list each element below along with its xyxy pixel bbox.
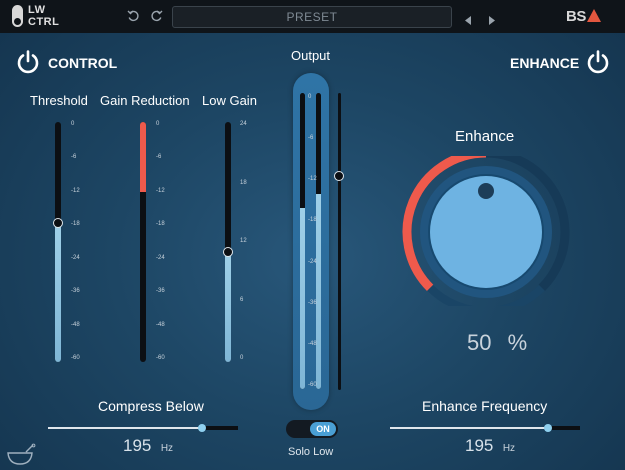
triangle-right-icon[interactable] (488, 12, 496, 30)
output-scale-tick: 0 (308, 94, 312, 100)
threshold-scale-tick: 0 (71, 121, 75, 127)
threshold-scale-tick: -24 (71, 254, 80, 261)
output-scale-tick: -24 (308, 258, 317, 265)
output-scale-tick: -6 (308, 135, 314, 142)
low-gain-scale-tick: 0 (240, 355, 244, 361)
product-logo: LW CTRL (12, 4, 64, 30)
output-scale-tick: -48 (308, 340, 317, 347)
triangle-left-icon[interactable] (465, 12, 473, 30)
enhance-knob-label: Enhance (455, 128, 515, 145)
output-gain-handle[interactable] (334, 171, 344, 182)
compress-below-slider[interactable] (48, 424, 238, 432)
low-gain-scale-tick: 6 (240, 296, 244, 303)
output-label: Output (291, 48, 331, 63)
enhance-knob-indicator (478, 183, 494, 199)
enhance-knob[interactable] (398, 156, 574, 306)
enhance-power-icon[interactable] (585, 49, 611, 75)
output-gain-slider[interactable] (334, 93, 344, 390)
low-gain-scale-tick: 24 (240, 121, 247, 127)
enhance-frequency-handle[interactable] (543, 424, 552, 432)
low-gain-scale-tick: 18 (240, 179, 247, 186)
low-gain-fill (225, 251, 231, 362)
output-scale-tick: -60 (308, 382, 317, 388)
low-gain-label: Low Gain (202, 93, 257, 108)
solo-low-label: Solo Low (288, 446, 334, 458)
low-gain-scale-tick: 12 (240, 238, 247, 244)
enhance-frequency-label: Enhance Frequency (422, 398, 548, 414)
compress-below-track-rest (201, 426, 238, 430)
control-power-icon[interactable] (15, 49, 41, 75)
threshold-label: Threshold (30, 93, 88, 108)
low-gain-handle[interactable] (223, 246, 233, 257)
enhance-frequency-slider[interactable] (390, 424, 580, 432)
gain-reduction-scale-tick: -60 (156, 355, 165, 361)
compress-below-label: Compress Below (98, 398, 204, 414)
preset-selector[interactable]: PRESET (172, 6, 452, 28)
logo-text: LW CTRL (28, 4, 60, 28)
gain-reduction-scale-tick: 0 (156, 121, 160, 127)
brand-triangle-icon (586, 9, 601, 22)
gain-reduction-label: Gain Reduction (100, 93, 190, 108)
output-scale-tick: -12 (308, 176, 317, 183)
gain-reduction-scale-tick: -24 (156, 254, 165, 261)
brand-text: BS (566, 8, 586, 25)
gain-reduction-scale-tick: -6 (156, 154, 162, 161)
compress-below-handle[interactable] (197, 424, 206, 432)
gain-reduction-scale-tick: -48 (156, 321, 165, 328)
enhance-value: 50 (467, 330, 492, 355)
logo-pill-icon (12, 5, 23, 27)
redo-icon[interactable] (150, 9, 163, 24)
solo-low-state: ON (310, 422, 336, 436)
enhance-frequency-value: 195 (465, 436, 494, 455)
gain-reduction-scale-tick: -12 (156, 187, 165, 194)
enhance-frequency-unit: Hz (502, 443, 516, 454)
threshold-fill (55, 222, 61, 362)
threshold-scale-tick: -60 (71, 355, 80, 361)
enhance-readout: 50 % (467, 330, 527, 356)
output-meter-left-fill (300, 208, 305, 389)
threshold-slider[interactable] (53, 122, 63, 362)
brand-logo: BS (566, 8, 601, 25)
threshold-scale-tick: -12 (71, 187, 80, 194)
solo-low-toggle[interactable]: ON (286, 420, 338, 438)
threshold-scale-tick: -6 (71, 154, 77, 161)
compress-below-value: 195 (123, 436, 152, 455)
gain-reduction-fill (140, 122, 146, 192)
threshold-scale-tick: -48 (71, 321, 80, 328)
output-meter-panel (293, 73, 329, 410)
threshold-scale-tick: -18 (71, 221, 80, 228)
threshold-handle[interactable] (53, 217, 63, 228)
gain-reduction-scale-tick: -36 (156, 288, 165, 295)
enhance-title: ENHANCE (510, 55, 580, 71)
compress-below-readout: 195 Hz (123, 436, 173, 456)
enhance-frequency-readout: 195 Hz (465, 436, 515, 456)
low-gain-slider[interactable] (223, 122, 233, 362)
enhance-frequency-track-rest (547, 426, 580, 430)
gain-reduction-meter (140, 122, 146, 362)
threshold-scale-tick: -36 (71, 288, 80, 295)
output-scale-tick: -36 (308, 299, 317, 306)
undo-icon[interactable] (127, 9, 140, 24)
output-scale-tick: -18 (308, 217, 317, 224)
bowl-icon[interactable] (6, 443, 36, 470)
control-title: CONTROL (48, 55, 118, 71)
output-meter-left (300, 93, 305, 389)
gain-reduction-scale-tick: -18 (156, 221, 165, 228)
enhance-unit: % (507, 330, 528, 355)
compress-below-unit: Hz (160, 443, 174, 454)
